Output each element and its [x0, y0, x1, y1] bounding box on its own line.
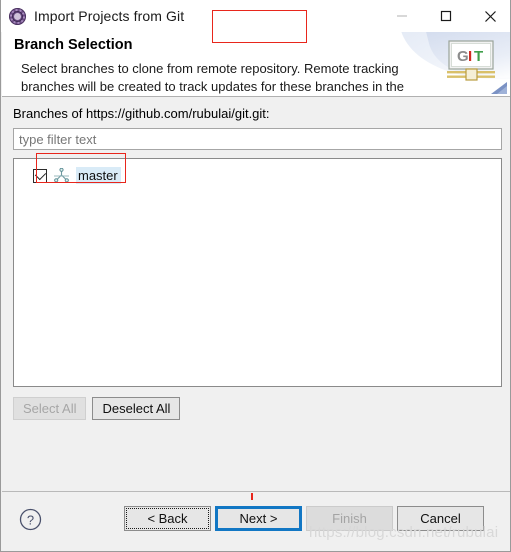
finish-button[interactable]: Finish	[306, 506, 393, 531]
svg-text:?: ?	[27, 513, 34, 528]
corner-triangle-inner-icon	[497, 86, 507, 94]
branch-checkbox[interactable]	[33, 168, 47, 183]
maximize-button[interactable]	[424, 0, 468, 32]
window-controls	[380, 0, 510, 32]
dialog-footer: ? < Back Next > Finish Cancel	[2, 492, 510, 551]
minimize-button[interactable]	[380, 0, 424, 32]
gear-icon	[9, 7, 26, 25]
annotation-tick	[251, 493, 253, 500]
svg-text:G: G	[457, 48, 469, 65]
branch-name: master	[76, 167, 121, 184]
wizard-nav-buttons: < Back Next > Finish Cancel	[124, 506, 484, 531]
page-description: Select branches to clone from remote rep…	[21, 61, 404, 94]
branches-tree-panel[interactable]: master	[13, 158, 502, 387]
dialog-header: Branch Selection Select branches to clon…	[2, 32, 510, 97]
close-button[interactable]	[468, 0, 510, 32]
title-bar: Import Projects from Git	[1, 0, 510, 32]
cancel-button[interactable]: Cancel	[397, 506, 484, 531]
page-title: Branch Selection	[14, 37, 133, 53]
svg-text:T: T	[474, 48, 483, 65]
svg-text:I: I	[468, 48, 472, 65]
import-projects-dialog: Import Projects from Git Branch Selectio…	[0, 0, 511, 552]
dialog-body: Branches of https://github.com/rubulai/g…	[2, 98, 510, 491]
filter-input[interactable]: type filter text	[13, 128, 502, 150]
deselect-all-button[interactable]: Deselect All	[92, 397, 181, 420]
select-all-button[interactable]: Select All	[13, 397, 87, 420]
window-title: Import Projects from Git	[34, 8, 185, 24]
git-branch-icon	[54, 168, 69, 183]
branches-label: Branches of https://github.com/rubulai/g…	[13, 106, 270, 121]
tree-item-master[interactable]: master	[33, 166, 121, 185]
back-button[interactable]: < Back	[124, 506, 211, 531]
selection-buttons: Select All Deselect All	[13, 397, 181, 420]
git-logo-icon: G I T	[447, 40, 495, 81]
next-button[interactable]: Next >	[215, 506, 302, 531]
help-icon[interactable]: ?	[19, 508, 42, 531]
filter-placeholder: type filter text	[19, 131, 97, 147]
